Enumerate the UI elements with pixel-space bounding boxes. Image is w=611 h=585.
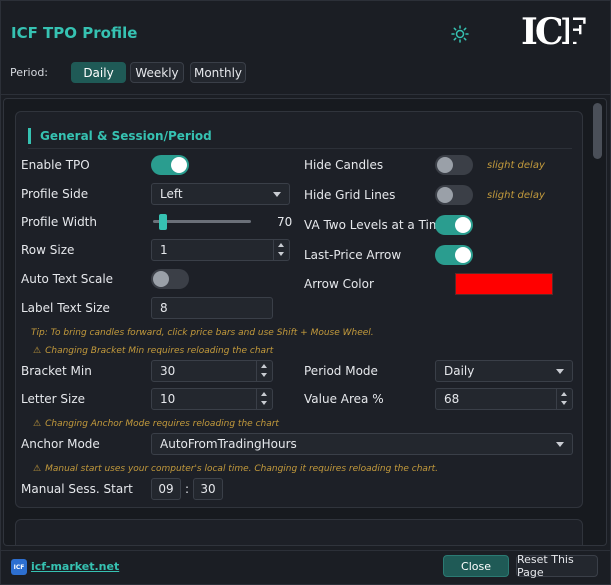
hide-candles-toggle[interactable] (435, 155, 473, 175)
anchor-mode-label: Anchor Mode (21, 437, 100, 451)
letter-size-value: 10 (160, 392, 176, 406)
period-label: Period: (10, 66, 49, 79)
hide-candles-hint: slight delay (487, 160, 545, 171)
enable-tpo-toggle[interactable] (151, 155, 189, 175)
label-text-size-input[interactable]: 8 (151, 297, 273, 319)
period-daily-button[interactable]: Daily (71, 62, 126, 83)
settings-window: ICF TPO Profile ICF Period: Daily Weekly… (0, 0, 611, 585)
stepper-down-icon[interactable] (261, 401, 267, 405)
profile-side-label: Profile Side (21, 187, 89, 201)
letter-size-input[interactable]: 10 (151, 388, 273, 410)
bracket-min-label: Bracket Min (21, 364, 92, 378)
svg-text:ICF: ICF (521, 11, 586, 51)
letter-size-stepper[interactable] (256, 389, 272, 409)
toggle-knob (455, 247, 471, 263)
anchor-mode-value: AutoFromTradingHours (160, 437, 297, 451)
label-text-size-value: 8 (160, 301, 168, 315)
warning-icon: ⚠ (33, 419, 42, 429)
scrollbar-thumb[interactable] (593, 103, 602, 159)
bracket-min-input[interactable]: 30 (151, 360, 273, 382)
reset-page-button[interactable]: Reset This Page (516, 553, 598, 579)
toggle-knob (171, 157, 187, 173)
bracket-min-stepper[interactable] (256, 361, 272, 381)
hide-candles-label: Hide Candles (304, 158, 384, 172)
auto-text-scale-label: Auto Text Scale (21, 272, 114, 286)
manual-start-hour-input[interactable]: 09 (151, 478, 181, 500)
row-size-stepper[interactable] (273, 240, 289, 260)
time-separator: : (185, 482, 190, 496)
period-weekly-button[interactable]: Weekly (130, 62, 184, 83)
value-area-input[interactable]: 68 (435, 388, 573, 410)
period-mode-value: Daily (444, 364, 475, 378)
profile-width-label: Profile Width (21, 215, 97, 229)
value-area-stepper[interactable] (556, 389, 572, 409)
sun-icon[interactable] (451, 25, 469, 43)
arrow-color-swatch[interactable] (455, 273, 553, 295)
stepper-down-icon[interactable] (561, 401, 567, 405)
period-mode-select[interactable]: Daily (435, 360, 573, 382)
va-two-levels-toggle[interactable] (435, 215, 473, 235)
header-divider (1, 94, 611, 95)
chevron-down-icon (556, 442, 564, 447)
row-size-input[interactable]: 1 (151, 239, 290, 261)
period-monthly-button[interactable]: Monthly (190, 62, 246, 83)
profile-width-slider-handle[interactable] (159, 214, 167, 230)
toggle-knob (153, 271, 169, 287)
page-title: ICF TPO Profile (11, 24, 138, 42)
toggle-knob (437, 157, 453, 173)
anchor-warning: ⚠ Changing Anchor Mode requires reloading… (33, 419, 279, 429)
va-two-levels-label: VA Two Levels at a Time (304, 218, 448, 232)
period-mode-label: Period Mode (304, 364, 378, 378)
row-size-label: Row Size (21, 243, 75, 257)
manual-start-warning: ⚠ Manual start uses your computer's local… (33, 464, 438, 474)
footer-logo: ICF (11, 559, 27, 575)
toggle-knob (437, 187, 453, 203)
manual-start-warning-text: Manual start uses your computer's local … (45, 464, 439, 474)
toggle-knob (455, 217, 471, 233)
stepper-down-icon[interactable] (261, 373, 267, 377)
section-title: General & Session/Period (28, 128, 212, 144)
chevron-down-icon (556, 369, 564, 374)
tip-text: Tip: To bring candles forward, click pri… (31, 328, 374, 338)
value-area-label: Value Area % (304, 392, 384, 406)
stepper-up-icon[interactable] (561, 392, 567, 396)
warning-icon: ⚠ (33, 464, 42, 474)
enable-tpo-label: Enable TPO (21, 158, 90, 172)
warning-icon: ⚠ (33, 346, 42, 356)
section-divider (28, 148, 572, 149)
stepper-up-icon[interactable] (278, 243, 284, 247)
hide-grid-hint: slight delay (487, 190, 545, 201)
manual-start-label: Manual Sess. Start (21, 482, 133, 496)
last-price-arrow-toggle[interactable] (435, 245, 473, 265)
website-link[interactable]: icf-market.net (31, 560, 119, 573)
brand-logo: ICF (521, 11, 589, 51)
next-section-card (15, 519, 583, 545)
profile-side-value: Left (160, 187, 183, 201)
chevron-down-icon (273, 192, 281, 197)
value-area-value: 68 (444, 392, 460, 406)
label-text-size-label: Label Text Size (21, 301, 110, 315)
stepper-up-icon[interactable] (261, 364, 267, 368)
letter-size-label: Letter Size (21, 392, 86, 406)
manual-start-minute-input[interactable]: 30 (193, 478, 223, 500)
close-button[interactable]: Close (443, 555, 509, 577)
bracket-warning: ⚠ Changing Bracket Min requires reloading… (33, 346, 273, 356)
hide-grid-label: Hide Grid Lines (304, 188, 396, 202)
bracket-warning-text: Changing Bracket Min requires reloading … (45, 346, 274, 356)
anchor-warning-text: Changing Anchor Mode requires reloading … (45, 419, 279, 429)
arrow-color-label: Arrow Color (304, 277, 374, 291)
auto-text-scale-toggle[interactable] (151, 269, 189, 289)
profile-width-slider-track[interactable] (153, 220, 251, 223)
bracket-min-value: 30 (160, 364, 176, 378)
scrollbar[interactable] (593, 103, 602, 543)
profile-side-select[interactable]: Left (151, 183, 290, 205)
stepper-down-icon[interactable] (278, 252, 284, 256)
last-price-arrow-label: Last-Price Arrow (304, 248, 402, 262)
hide-grid-toggle[interactable] (435, 185, 473, 205)
row-size-value: 1 (160, 243, 168, 257)
anchor-mode-select[interactable]: AutoFromTradingHours (151, 433, 573, 455)
stepper-up-icon[interactable] (261, 392, 267, 396)
footer-divider (1, 550, 611, 551)
profile-width-value: 70 (277, 215, 293, 229)
